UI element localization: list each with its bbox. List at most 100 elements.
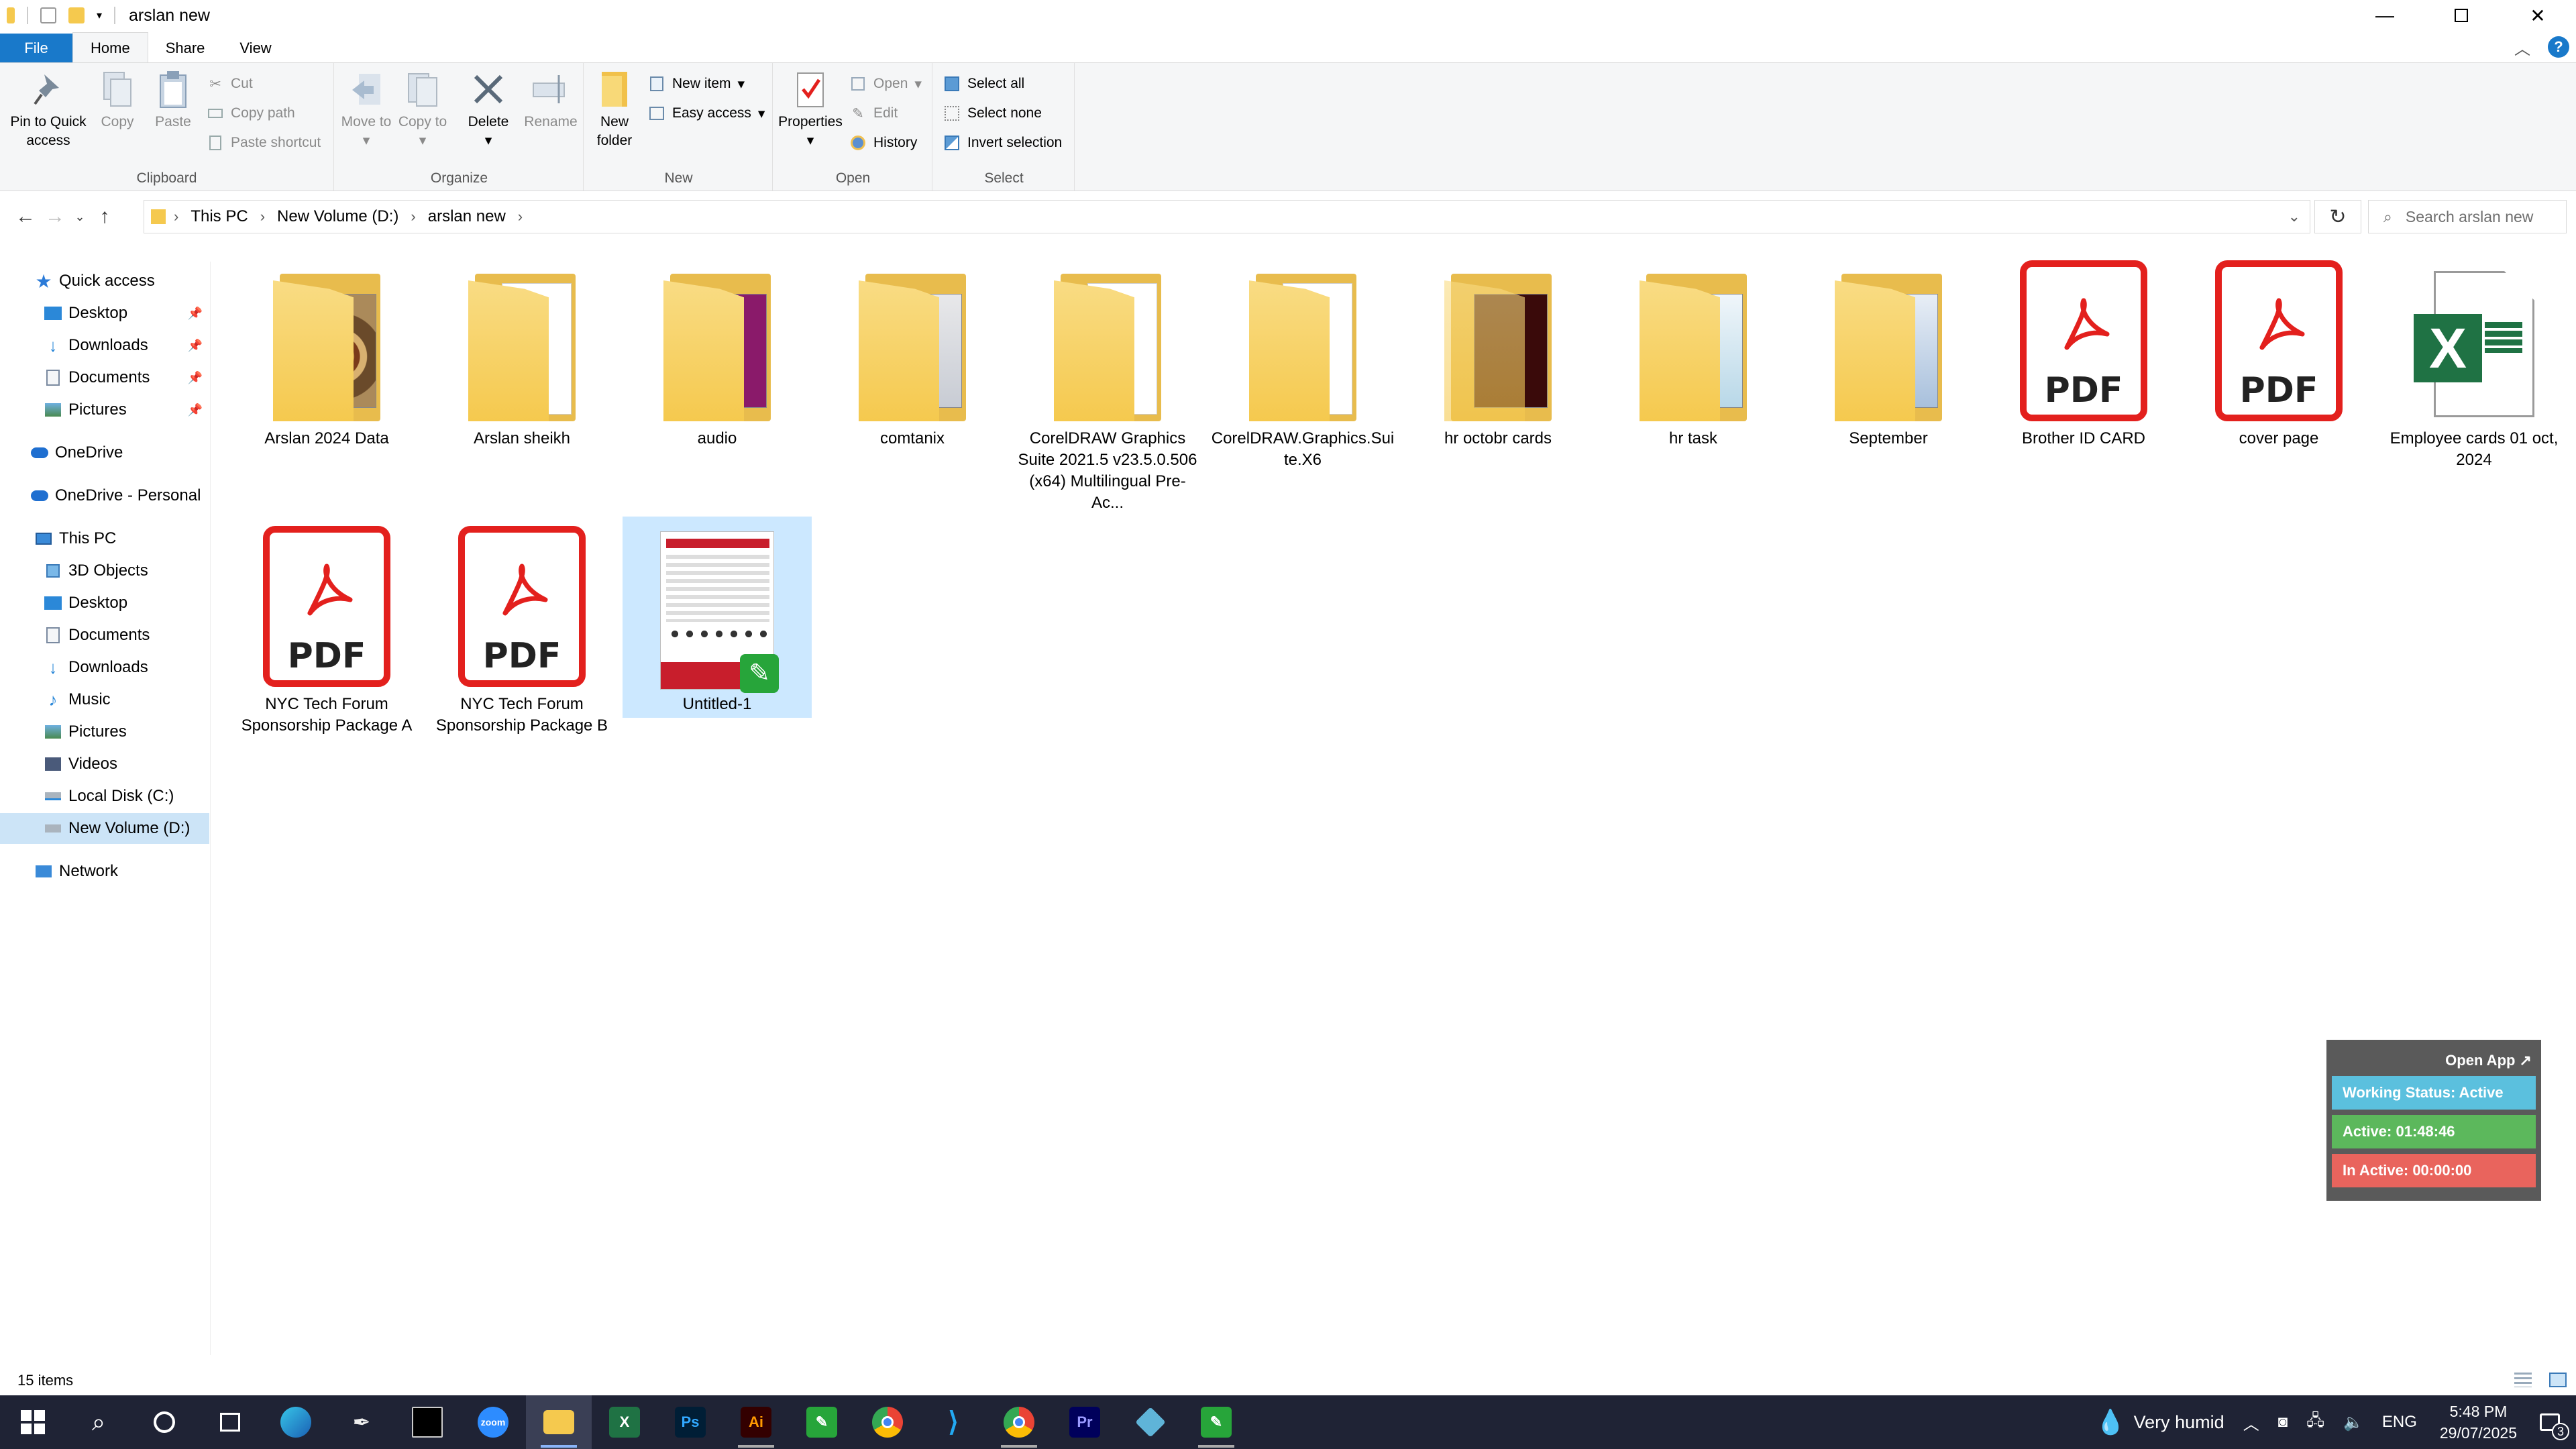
file-item-folder[interactable]: CorelDRAW Graphics Suite 2021.5 v23.5.0.… bbox=[1013, 260, 1202, 514]
select-all-button[interactable]: Select all bbox=[943, 72, 1024, 95]
taskbar-app[interactable] bbox=[1118, 1395, 1183, 1449]
sidebar-item-this-pc[interactable]: This PC bbox=[0, 523, 209, 554]
forward-button[interactable]: → bbox=[40, 202, 70, 231]
taskbar-coreldraw[interactable]: ✎ bbox=[789, 1395, 855, 1449]
language-indicator[interactable]: ENG bbox=[2382, 1413, 2417, 1432]
taskbar-terminal[interactable] bbox=[394, 1395, 460, 1449]
select-none-button[interactable]: Select none bbox=[943, 102, 1042, 125]
volume-icon[interactable]: 🔈 bbox=[2343, 1413, 2363, 1432]
address-bar[interactable]: › This PC › New Volume (D:) › arslan new… bbox=[144, 200, 2310, 233]
network-icon[interactable]: 🖧 bbox=[2306, 1409, 2324, 1436]
file-item-folder[interactable]: comtanix bbox=[818, 260, 1007, 449]
sidebar-item-pc-desktop[interactable]: Desktop bbox=[0, 588, 209, 619]
pin-icon[interactable]: 📌 bbox=[188, 307, 203, 321]
pin-icon[interactable]: 📌 bbox=[188, 339, 203, 353]
close-button[interactable]: ✕ bbox=[2500, 0, 2576, 31]
copy-to-button[interactable]: Copy to ▾ bbox=[397, 70, 448, 150]
notification-button[interactable]: 3 bbox=[2540, 1413, 2569, 1440]
taskbar-illustrator[interactable]: Ai bbox=[723, 1395, 789, 1449]
file-item-cdr[interactable]: ✎ Untitled-1 bbox=[623, 517, 812, 718]
invert-selection-button[interactable]: Invert selection bbox=[943, 131, 1062, 154]
taskbar-file-explorer[interactable] bbox=[526, 1395, 592, 1449]
maximize-button[interactable] bbox=[2423, 0, 2500, 31]
tab-share[interactable]: Share bbox=[148, 34, 223, 63]
new-folder-icon[interactable] bbox=[68, 7, 85, 23]
task-view-button[interactable] bbox=[197, 1395, 263, 1449]
back-button[interactable]: ← bbox=[11, 202, 40, 231]
file-item-pdf[interactable]: PDF NYC Tech Forum Sponsorship Package A bbox=[232, 526, 421, 737]
new-item-button[interactable]: New item ▾ bbox=[648, 72, 745, 95]
show-hidden-icons-button[interactable]: ︿ bbox=[2243, 1411, 2259, 1434]
tab-file[interactable]: File bbox=[0, 34, 72, 63]
rename-button[interactable]: Rename bbox=[521, 70, 581, 131]
file-item-excel[interactable]: X Employee cards 01 oct, 2024 bbox=[2379, 260, 2569, 471]
taskbar-edge[interactable] bbox=[263, 1395, 329, 1449]
properties-icon[interactable] bbox=[40, 7, 56, 23]
up-button[interactable]: ↑ bbox=[90, 202, 119, 231]
clock[interactable]: 5:48 PM 29/07/2025 bbox=[2440, 1401, 2517, 1444]
recent-locations-button[interactable]: ⌄ bbox=[70, 202, 90, 231]
delete-button[interactable]: Delete ▾ bbox=[459, 70, 518, 150]
sidebar-item-onedrive-personal[interactable]: OneDrive - Personal bbox=[0, 480, 209, 511]
sidebar-item-quick-access[interactable]: ★ Quick access bbox=[0, 266, 209, 297]
weather-widget[interactable]: 💧 Very humid bbox=[2096, 1408, 2224, 1436]
taskbar-chrome[interactable] bbox=[855, 1395, 920, 1449]
copy-button[interactable]: Copy bbox=[93, 70, 142, 131]
help-icon[interactable]: ? bbox=[2548, 36, 2569, 58]
sidebar-item-onedrive[interactable]: OneDrive bbox=[0, 437, 209, 468]
breadcrumb-this-pc[interactable]: This PC bbox=[186, 207, 252, 226]
file-item-folder[interactable]: CorelDRAW.Graphics.Suite.X6 bbox=[1208, 260, 1397, 471]
start-button[interactable] bbox=[0, 1395, 66, 1449]
open-app-button[interactable]: Open App ↗ bbox=[2332, 1044, 2536, 1076]
pin-icon[interactable]: 📌 bbox=[188, 403, 203, 417]
pin-quick-access-button[interactable]: Pin to Quick access bbox=[5, 70, 91, 150]
details-view-icon[interactable] bbox=[2514, 1373, 2532, 1387]
sidebar-item-documents[interactable]: Documents 📌 bbox=[0, 362, 209, 393]
meet-now-icon[interactable]: ◙ bbox=[2278, 1413, 2288, 1432]
new-folder-button[interactable]: New folder bbox=[588, 70, 641, 150]
customize-qat-icon[interactable]: ▾ bbox=[97, 9, 102, 22]
open-button[interactable]: Open ▾ bbox=[849, 72, 922, 95]
easy-access-button[interactable]: Easy access ▾ bbox=[648, 102, 765, 125]
search-input[interactable]: ⌕ Search arslan new bbox=[2368, 200, 2567, 233]
taskbar-vscode[interactable]: ⟩ bbox=[920, 1395, 986, 1449]
taskbar-photoshop[interactable]: Ps bbox=[657, 1395, 723, 1449]
sidebar-item-network[interactable]: Network bbox=[0, 856, 209, 887]
sidebar-item-pc-documents[interactable]: Documents bbox=[0, 620, 209, 651]
taskbar-premiere[interactable]: Pr bbox=[1052, 1395, 1118, 1449]
sidebar-item-pc-downloads[interactable]: ↓ Downloads bbox=[0, 652, 209, 683]
taskbar-pen[interactable]: ✒ bbox=[329, 1395, 394, 1449]
collapse-ribbon-icon[interactable]: ︿ bbox=[2514, 36, 2530, 59]
search-button[interactable]: ⌕ bbox=[66, 1395, 131, 1449]
address-dropdown-icon[interactable]: ⌄ bbox=[2288, 208, 2300, 225]
file-item-folder[interactable]: hr octobr cards bbox=[1403, 260, 1593, 449]
sidebar-item-new-volume-d[interactable]: New Volume (D:) bbox=[0, 813, 209, 844]
move-to-button[interactable]: Move to ▾ bbox=[341, 70, 392, 150]
sidebar-item-downloads[interactable]: ↓ Downloads 📌 bbox=[0, 330, 209, 361]
paste-shortcut-button[interactable]: Paste shortcut bbox=[207, 131, 321, 154]
sidebar-item-pictures[interactable]: Pictures 📌 bbox=[0, 394, 209, 425]
paste-button[interactable]: Paste bbox=[146, 70, 200, 131]
file-item-pdf[interactable]: PDF cover page bbox=[2184, 260, 2373, 449]
copy-path-button[interactable]: Copy path bbox=[207, 102, 295, 125]
tab-view[interactable]: View bbox=[222, 34, 288, 63]
sidebar-item-videos[interactable]: Videos bbox=[0, 749, 209, 780]
cortana-button[interactable] bbox=[131, 1395, 197, 1449]
sidebar-item-3d-objects[interactable]: 3D Objects bbox=[0, 555, 209, 586]
taskbar-zoom[interactable]: zoom bbox=[460, 1395, 526, 1449]
refresh-button[interactable]: ↻ bbox=[2314, 200, 2361, 233]
taskbar-excel[interactable]: X bbox=[592, 1395, 657, 1449]
breadcrumb-new-volume[interactable]: New Volume (D:) bbox=[273, 207, 402, 226]
file-item-folder[interactable]: audio bbox=[623, 260, 812, 449]
large-icons-view-icon[interactable] bbox=[2549, 1373, 2567, 1387]
sidebar-item-desktop[interactable]: Desktop 📌 bbox=[0, 298, 209, 329]
history-button[interactable]: History bbox=[849, 131, 917, 154]
file-item-folder[interactable]: Arslan 2024 Data bbox=[232, 260, 421, 449]
taskbar-coreldraw-2[interactable]: ✎ bbox=[1183, 1395, 1249, 1449]
pin-icon[interactable]: 📌 bbox=[188, 371, 203, 385]
file-item-pdf[interactable]: PDF NYC Tech Forum Sponsorship Package B bbox=[427, 526, 616, 737]
sidebar-item-music[interactable]: ♪ Music bbox=[0, 684, 209, 715]
cut-button[interactable]: ✂ Cut bbox=[207, 72, 253, 95]
sidebar-item-pc-pictures[interactable]: Pictures bbox=[0, 716, 209, 747]
sidebar-item-local-disk-c[interactable]: Local Disk (C:) bbox=[0, 781, 209, 812]
